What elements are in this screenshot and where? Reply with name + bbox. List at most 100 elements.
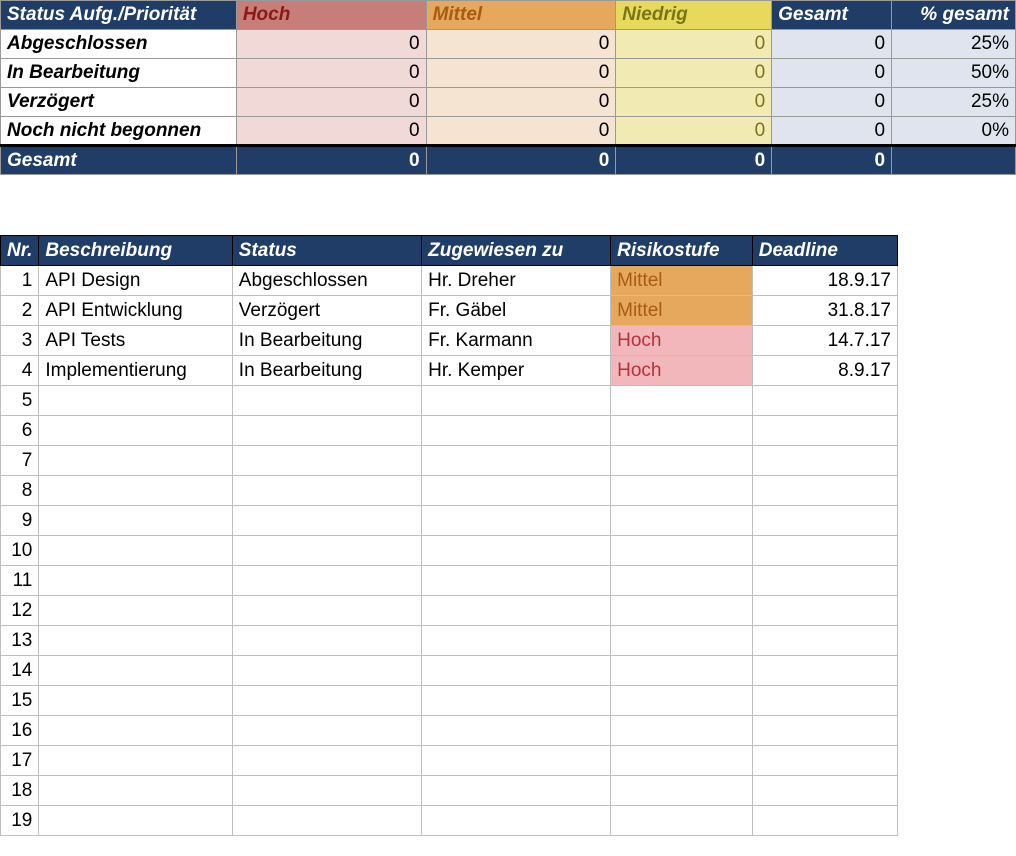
task-cell-risikostufe[interactable] — [611, 536, 753, 566]
task-cell-zugewiesen[interactable] — [422, 386, 611, 416]
task-cell-deadline[interactable]: 14.7.17 — [752, 326, 897, 356]
summary-cell-gesamt[interactable]: 0 — [772, 88, 892, 117]
summary-cell-gesamt[interactable]: 0 — [772, 59, 892, 88]
task-cell-deadline[interactable] — [752, 386, 897, 416]
summary-header-gesamt[interactable]: Gesamt — [772, 1, 892, 30]
task-cell-status[interactable]: Verzögert — [232, 296, 421, 326]
task-cell-deadline[interactable] — [752, 416, 897, 446]
tasks-header-beschreibung[interactable]: Beschreibung — [39, 236, 232, 266]
task-cell-nr[interactable]: 15 — [1, 686, 39, 716]
task-cell-deadline[interactable] — [752, 536, 897, 566]
task-cell-risikostufe[interactable] — [611, 806, 753, 836]
task-cell-beschreibung[interactable] — [39, 506, 232, 536]
summary-header-mittel[interactable]: Mittel — [426, 1, 616, 30]
task-cell-risikostufe[interactable] — [611, 596, 753, 626]
task-cell-status[interactable] — [232, 566, 421, 596]
task-cell-status[interactable] — [232, 806, 421, 836]
task-cell-risikostufe[interactable] — [611, 566, 753, 596]
task-cell-risikostufe[interactable]: Mittel — [611, 266, 753, 296]
task-cell-beschreibung[interactable] — [39, 476, 232, 506]
summary-cell-hoch[interactable]: 0 — [236, 88, 426, 117]
task-cell-beschreibung[interactable]: Implementierung — [39, 356, 232, 386]
task-cell-nr[interactable]: 2 — [1, 296, 39, 326]
task-cell-risikostufe[interactable] — [611, 776, 753, 806]
summary-cell-niedrig[interactable]: 0 — [616, 88, 772, 117]
task-cell-nr[interactable]: 1 — [1, 266, 39, 296]
task-cell-beschreibung[interactable] — [39, 416, 232, 446]
task-cell-status[interactable]: Abgeschlossen — [232, 266, 421, 296]
task-cell-risikostufe[interactable] — [611, 506, 753, 536]
summary-header-niedrig[interactable]: Niedrig — [616, 1, 772, 30]
task-cell-zugewiesen[interactable] — [422, 566, 611, 596]
summary-header-pct[interactable]: % gesamt — [892, 1, 1016, 30]
task-cell-beschreibung[interactable] — [39, 716, 232, 746]
task-cell-zugewiesen[interactable] — [422, 776, 611, 806]
task-cell-beschreibung[interactable] — [39, 386, 232, 416]
task-cell-nr[interactable]: 4 — [1, 356, 39, 386]
task-cell-zugewiesen[interactable]: Hr. Kemper — [422, 356, 611, 386]
summary-cell-hoch[interactable]: 0 — [236, 30, 426, 59]
summary-total-label[interactable]: Gesamt — [1, 146, 237, 175]
task-cell-nr[interactable]: 10 — [1, 536, 39, 566]
summary-cell-hoch[interactable]: 0 — [236, 117, 426, 146]
task-cell-zugewiesen[interactable] — [422, 656, 611, 686]
task-cell-risikostufe[interactable] — [611, 716, 753, 746]
task-cell-beschreibung[interactable]: API Entwicklung — [39, 296, 232, 326]
task-cell-risikostufe[interactable] — [611, 476, 753, 506]
summary-total-gesamt[interactable]: 0 — [772, 146, 892, 175]
task-cell-risikostufe[interactable] — [611, 656, 753, 686]
task-cell-deadline[interactable]: 18.9.17 — [752, 266, 897, 296]
task-cell-nr[interactable]: 11 — [1, 566, 39, 596]
task-cell-risikostufe[interactable] — [611, 746, 753, 776]
summary-cell-gesamt[interactable]: 0 — [772, 117, 892, 146]
task-cell-nr[interactable]: 5 — [1, 386, 39, 416]
summary-cell-niedrig[interactable]: 0 — [616, 59, 772, 88]
summary-total-mittel[interactable]: 0 — [426, 146, 616, 175]
tasks-header-status[interactable]: Status — [232, 236, 421, 266]
task-cell-beschreibung[interactable] — [39, 776, 232, 806]
summary-total-niedrig[interactable]: 0 — [616, 146, 772, 175]
task-cell-deadline[interactable] — [752, 746, 897, 776]
task-cell-beschreibung[interactable] — [39, 596, 232, 626]
task-cell-zugewiesen[interactable]: Hr. Dreher — [422, 266, 611, 296]
summary-cell-niedrig[interactable]: 0 — [616, 30, 772, 59]
task-cell-status[interactable] — [232, 686, 421, 716]
task-cell-status[interactable] — [232, 476, 421, 506]
task-cell-risikostufe[interactable] — [611, 446, 753, 476]
summary-total-pct[interactable] — [892, 146, 1016, 175]
summary-cell-mittel[interactable]: 0 — [426, 30, 616, 59]
task-cell-deadline[interactable] — [752, 566, 897, 596]
summary-cell-gesamt[interactable]: 0 — [772, 30, 892, 59]
summary-row-label[interactable]: In Bearbeitung — [1, 59, 237, 88]
task-cell-nr[interactable]: 13 — [1, 626, 39, 656]
tasks-header-nr[interactable]: Nr. — [1, 236, 39, 266]
task-cell-nr[interactable]: 17 — [1, 746, 39, 776]
task-cell-beschreibung[interactable] — [39, 656, 232, 686]
summary-cell-pct[interactable]: 50% — [892, 59, 1016, 88]
task-cell-status[interactable] — [232, 746, 421, 776]
task-cell-nr[interactable]: 9 — [1, 506, 39, 536]
summary-cell-mittel[interactable]: 0 — [426, 88, 616, 117]
summary-cell-pct[interactable]: 25% — [892, 88, 1016, 117]
summary-cell-pct[interactable]: 0% — [892, 117, 1016, 146]
task-cell-beschreibung[interactable] — [39, 746, 232, 776]
task-cell-deadline[interactable] — [752, 806, 897, 836]
task-cell-beschreibung[interactable] — [39, 566, 232, 596]
task-cell-beschreibung[interactable] — [39, 686, 232, 716]
task-cell-status[interactable] — [232, 776, 421, 806]
summary-cell-niedrig[interactable]: 0 — [616, 117, 772, 146]
summary-header-hoch[interactable]: Hoch — [236, 1, 426, 30]
task-cell-zugewiesen[interactable] — [422, 596, 611, 626]
task-cell-beschreibung[interactable]: API Tests — [39, 326, 232, 356]
task-cell-risikostufe[interactable] — [611, 626, 753, 656]
task-cell-status[interactable] — [232, 656, 421, 686]
task-cell-deadline[interactable] — [752, 476, 897, 506]
task-cell-deadline[interactable] — [752, 626, 897, 656]
task-cell-zugewiesen[interactable] — [422, 506, 611, 536]
summary-row-label[interactable]: Noch nicht begonnen — [1, 117, 237, 146]
task-cell-zugewiesen[interactable] — [422, 446, 611, 476]
task-cell-status[interactable]: In Bearbeitung — [232, 356, 421, 386]
task-cell-deadline[interactable] — [752, 446, 897, 476]
task-cell-deadline[interactable]: 8.9.17 — [752, 356, 897, 386]
task-cell-status[interactable] — [232, 626, 421, 656]
